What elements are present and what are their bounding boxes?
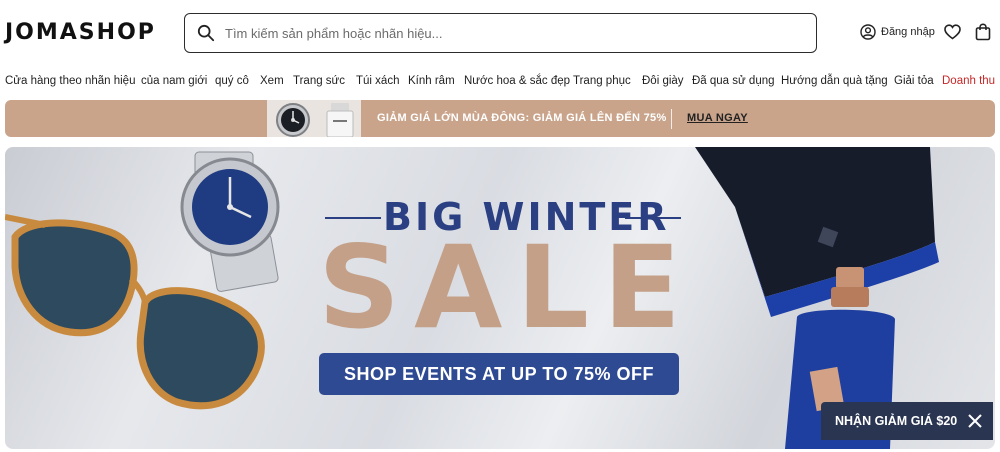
nav-item-watches[interactable]: Xem [260,75,284,87]
close-icon[interactable] [966,412,984,430]
nav-item-women[interactable]: quý cô [215,75,249,87]
nav-item-apparel[interactable]: Trang phục [573,75,631,87]
search-input[interactable] [225,25,785,41]
user-icon [860,24,876,40]
shopping-bag-icon[interactable] [975,23,991,41]
hero-title: SALE [318,221,695,354]
promo-text: GIẢM GIÁ LỚN MÙA ĐÔNG: GIẢM GIÁ LÊN ĐẾN … [377,112,667,124]
nav-item-fragrance-beauty[interactable]: Nước hoa & sắc đẹp [464,75,570,87]
nav-item-shoes[interactable]: Đôi giày [642,75,684,87]
discount-offer-chip[interactable]: NHẬN GIẢM GIÁ $20 [821,402,993,440]
logo[interactable]: JOMASHOP [5,20,156,45]
promo-product-image [267,100,361,137]
watch-image [180,151,280,292]
nav-item-handbags[interactable]: Túi xách [356,75,399,87]
hero-left-rule [325,217,381,219]
login-link[interactable]: Đăng nhập [860,24,935,40]
nav-item-men[interactable]: của nam giới [141,75,207,87]
promo-shop-now-link[interactable]: MUA NGAY [687,112,748,124]
promo-divider [671,109,672,129]
promo-banner[interactable]: GIẢM GIÁ LỚN MÙA ĐÔNG: GIẢM GIÁ LÊN ĐẾN … [5,100,995,137]
nav-item-jewelry[interactable]: Trang sức [293,75,345,87]
header: JOMASHOP Đăng nhập [0,0,1000,66]
nav-item-sale[interactable]: Doanh thu [942,75,995,87]
nav-item-clearance[interactable]: Giải tỏa [894,75,934,87]
discount-offer-label: NHẬN GIẢM GIÁ $20 [835,414,958,428]
nav-item-pre-owned[interactable]: Đã qua sử dụng [692,75,775,87]
login-label: Đăng nhập [881,26,935,38]
nav-item-brands[interactable]: Cửa hàng theo nhãn hiệu [5,75,135,87]
search-icon[interactable] [197,24,215,42]
hero-cta-button[interactable]: SHOP EVENTS AT UP TO 75% OFF [319,353,679,395]
nav-item-sunglasses[interactable]: Kính râm [408,75,455,87]
wallet-image [695,147,939,317]
search-bar[interactable] [184,13,817,53]
heart-icon[interactable] [944,24,961,40]
nav-item-gift-guide[interactable]: Hướng dẫn quà tặng [781,75,888,87]
main-navigation: Cửa hàng theo nhãn hiệu của nam giới quý… [0,72,1000,92]
